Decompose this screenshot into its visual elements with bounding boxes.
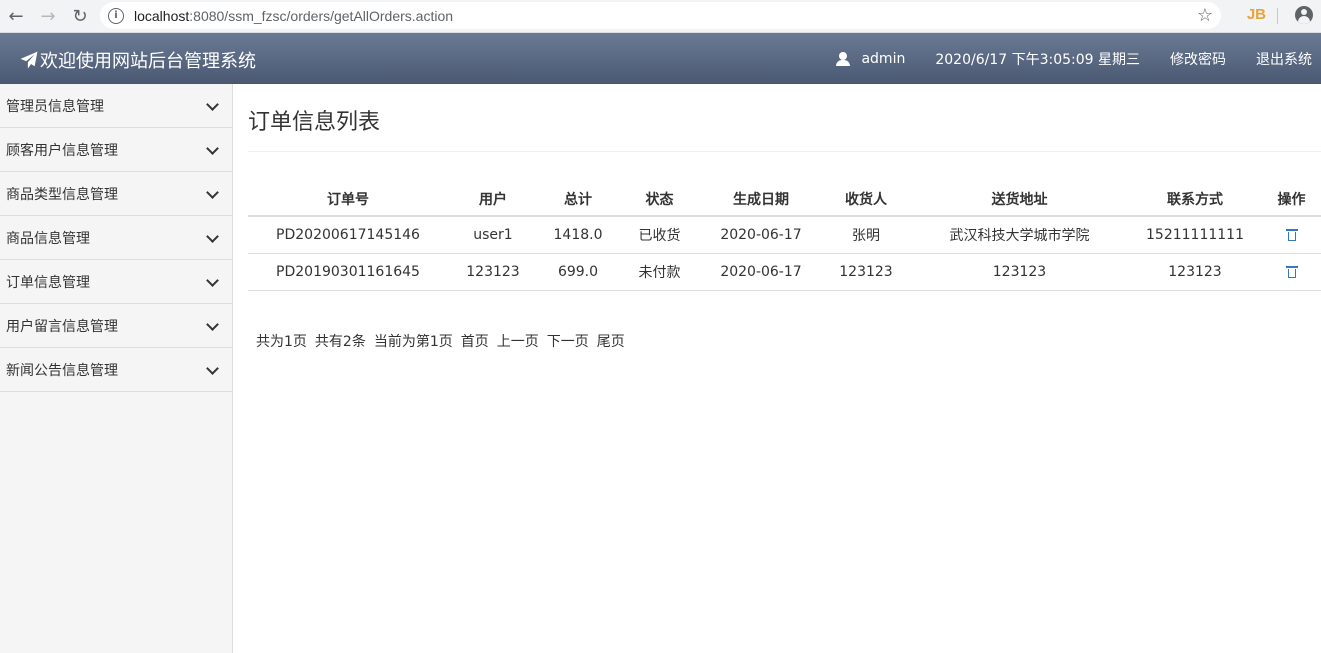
cell-user: user1 [448, 216, 538, 254]
cell-date: 2020-06-17 [701, 253, 821, 291]
sidebar-item-news[interactable]: 新闻公告信息管理 [0, 348, 232, 392]
sidebar-item-label: 商品类型信息管理 [6, 186, 118, 203]
page-title: 订单信息列表 [248, 84, 1321, 152]
info-icon[interactable]: i [108, 7, 124, 24]
cell-date: 2020-06-17 [701, 216, 821, 254]
sidebar-item-label: 商品信息管理 [6, 230, 90, 247]
cell-order-no: PD20190301161645 [248, 253, 448, 291]
forward-icon[interactable]: → [32, 1, 64, 31]
sidebar-item-orders[interactable]: 订单信息管理 [0, 260, 232, 304]
chevron-down-icon [206, 144, 218, 156]
cell-address: 123123 [911, 253, 1128, 291]
app-header: 欢迎使用网站后台管理系统 admin 2020/6/17 下午3:05:09 星… [0, 33, 1321, 84]
chevron-down-icon [206, 320, 218, 332]
cell-contact: 123123 [1128, 253, 1262, 291]
col-contact: 联系方式 [1128, 182, 1262, 217]
cell-address: 武汉科技大学城市学院 [911, 216, 1128, 254]
table-header-row: 订单号 用户 总计 状态 生成日期 收货人 送货地址 联系方式 操作 [248, 182, 1321, 217]
col-actions: 操作 [1262, 182, 1321, 217]
col-user: 用户 [448, 182, 538, 217]
cell-receiver: 123123 [821, 253, 911, 291]
sidebar-item-label: 新闻公告信息管理 [6, 362, 118, 379]
paper-plane-icon [20, 51, 38, 69]
url-host: localhost [134, 7, 190, 24]
col-receiver: 收货人 [821, 182, 911, 217]
orders-table: 订单号 用户 总计 状态 生成日期 收货人 送货地址 联系方式 操作 PD202… [248, 182, 1321, 291]
header-right: admin 2020/6/17 下午3:05:09 星期三 修改密码 退出系统 [836, 33, 1312, 84]
pager-total-pages: 共为1页 [256, 333, 307, 350]
back-icon[interactable]: ← [0, 1, 32, 31]
cell-status: 未付款 [618, 253, 701, 291]
sidebar-item-messages[interactable]: 用户留言信息管理 [0, 304, 232, 348]
cell-order-no: PD20200617145146 [248, 216, 448, 254]
sidebar-item-label: 用户留言信息管理 [6, 318, 118, 335]
reload-icon[interactable]: ↻ [64, 1, 96, 31]
pager-prev-link[interactable]: 上一页 [497, 331, 539, 351]
col-address: 送货地址 [911, 182, 1128, 217]
sidebar-item-products[interactable]: 商品信息管理 [0, 216, 232, 260]
cell-actions [1262, 253, 1321, 291]
user-icon [836, 51, 851, 66]
chevron-down-icon [206, 188, 218, 200]
table-row: PD20200617145146 user1 1418.0 已收货 2020-0… [248, 216, 1321, 254]
chevron-down-icon [206, 100, 218, 112]
pager-current-page: 当前为第1页 [373, 333, 453, 350]
chevron-down-icon [206, 364, 218, 376]
jb-extension-icon[interactable]: JB [1247, 6, 1266, 23]
cell-status: 已收货 [618, 216, 701, 254]
sidebar-item-customers[interactable]: 顾客用户信息管理 [0, 128, 232, 172]
cell-total: 1418.0 [538, 216, 618, 254]
sidebar-item-label: 订单信息管理 [6, 274, 90, 291]
table-row: PD20190301161645 123123 699.0 未付款 2020-0… [248, 253, 1321, 291]
sidebar: 管理员信息管理 顾客用户信息管理 商品类型信息管理 商品信息管理 订单信息管理 … [0, 84, 233, 653]
col-total: 总计 [538, 182, 618, 217]
chevron-down-icon [206, 232, 218, 244]
bookmark-star-icon[interactable]: ☆ [1197, 5, 1213, 26]
sidebar-item-label: 顾客用户信息管理 [6, 142, 118, 159]
change-password-link[interactable]: 修改密码 [1170, 49, 1226, 69]
brand: 欢迎使用网站后台管理系统 [20, 47, 256, 73]
username: admin [861, 50, 906, 67]
url-text[interactable]: localhost:8080/ssm_fzsc/orders/getAllOrd… [134, 8, 453, 24]
pager-last-link[interactable]: 尾页 [597, 331, 625, 351]
address-bar[interactable]: i localhost:8080/ssm_fzsc/orders/getAllO… [100, 2, 1221, 29]
trash-icon[interactable] [1285, 228, 1298, 242]
logout-link[interactable]: 退出系统 [1256, 49, 1312, 69]
account-icon[interactable] [1295, 6, 1313, 24]
toolbar-divider [1277, 8, 1278, 24]
sidebar-item-label: 管理员信息管理 [6, 98, 104, 115]
col-date: 生成日期 [701, 182, 821, 217]
cell-total: 699.0 [538, 253, 618, 291]
pagination: 共为1页 共有2条 当前为第1页 首页 上一页 下一页 尾页 [256, 331, 1321, 351]
pager-first-link[interactable]: 首页 [461, 331, 489, 351]
brand-title: 欢迎使用网站后台管理系统 [40, 51, 256, 72]
main-layout: 管理员信息管理 顾客用户信息管理 商品类型信息管理 商品信息管理 订单信息管理 … [0, 84, 1321, 653]
browser-toolbar: ← → ↻ i localhost:8080/ssm_fzsc/orders/g… [0, 0, 1321, 33]
content-area: 订单信息列表 订单号 用户 总计 状态 生成日期 收货人 送货地址 联系方式 操… [233, 84, 1321, 653]
pager-next-link[interactable]: 下一页 [547, 331, 589, 351]
url-path: :8080/ssm_fzsc/orders/getAllOrders.actio… [189, 7, 454, 24]
cell-receiver: 张明 [821, 216, 911, 254]
sidebar-item-product-types[interactable]: 商品类型信息管理 [0, 172, 232, 216]
chevron-down-icon [206, 276, 218, 288]
col-status: 状态 [618, 182, 701, 217]
cell-contact: 15211111111 [1128, 216, 1262, 254]
datetime: 2020/6/17 下午3:05:09 星期三 [935, 51, 1140, 68]
trash-icon[interactable] [1285, 265, 1298, 278]
col-order-no: 订单号 [248, 182, 448, 217]
sidebar-item-admin[interactable]: 管理员信息管理 [0, 84, 232, 128]
cell-actions [1262, 216, 1321, 254]
pager-total-items: 共有2条 [314, 333, 366, 350]
cell-user: 123123 [448, 253, 538, 291]
